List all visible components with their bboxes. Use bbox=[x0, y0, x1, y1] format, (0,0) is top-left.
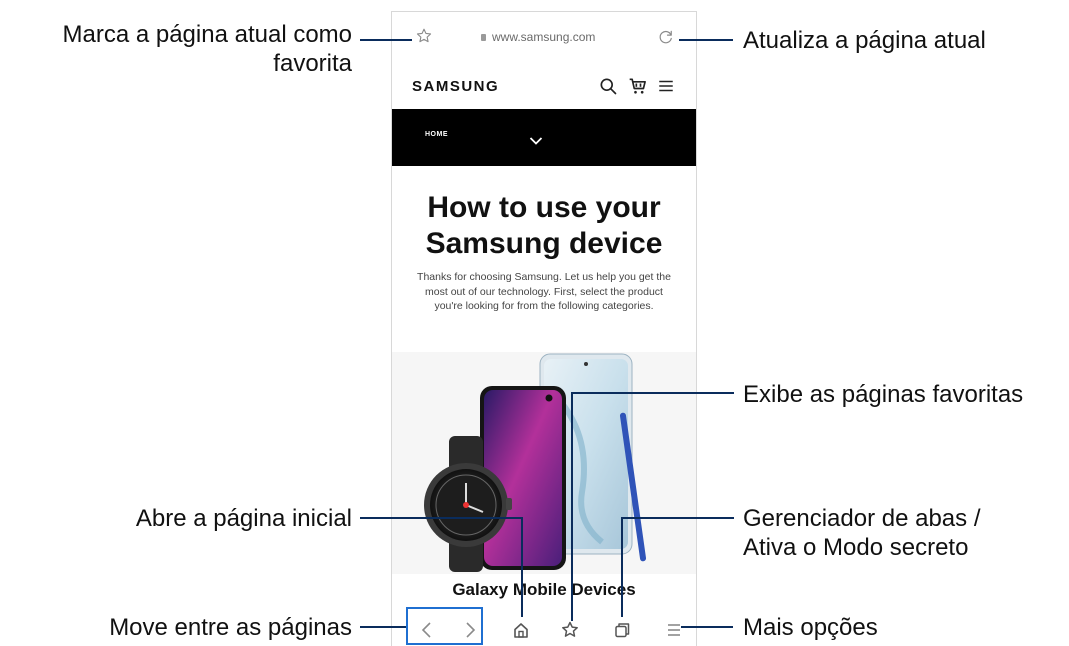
callout-text: favorita bbox=[273, 50, 352, 77]
callout-more: Mais opções bbox=[743, 614, 878, 641]
callout-text: Ativa o Modo secreto bbox=[743, 534, 969, 561]
callout-navigate: Move entre as páginas bbox=[109, 614, 352, 641]
callout-home: Abre a página inicial bbox=[135, 505, 352, 532]
callout-bookmark: Marca a página atual como favorita bbox=[63, 20, 353, 78]
callout-bookmarks: Exibe as páginas favoritas bbox=[743, 381, 1024, 408]
callout-tabs: Gerenciador de abas / Ativa o Modo secre… bbox=[743, 504, 980, 562]
callout-text: Gerenciador de abas / bbox=[743, 505, 981, 532]
navigation-bracket bbox=[406, 607, 483, 645]
callout-text: Marca a página atual como bbox=[62, 21, 353, 48]
callout-reload: Atualiza a página atual bbox=[743, 27, 986, 54]
